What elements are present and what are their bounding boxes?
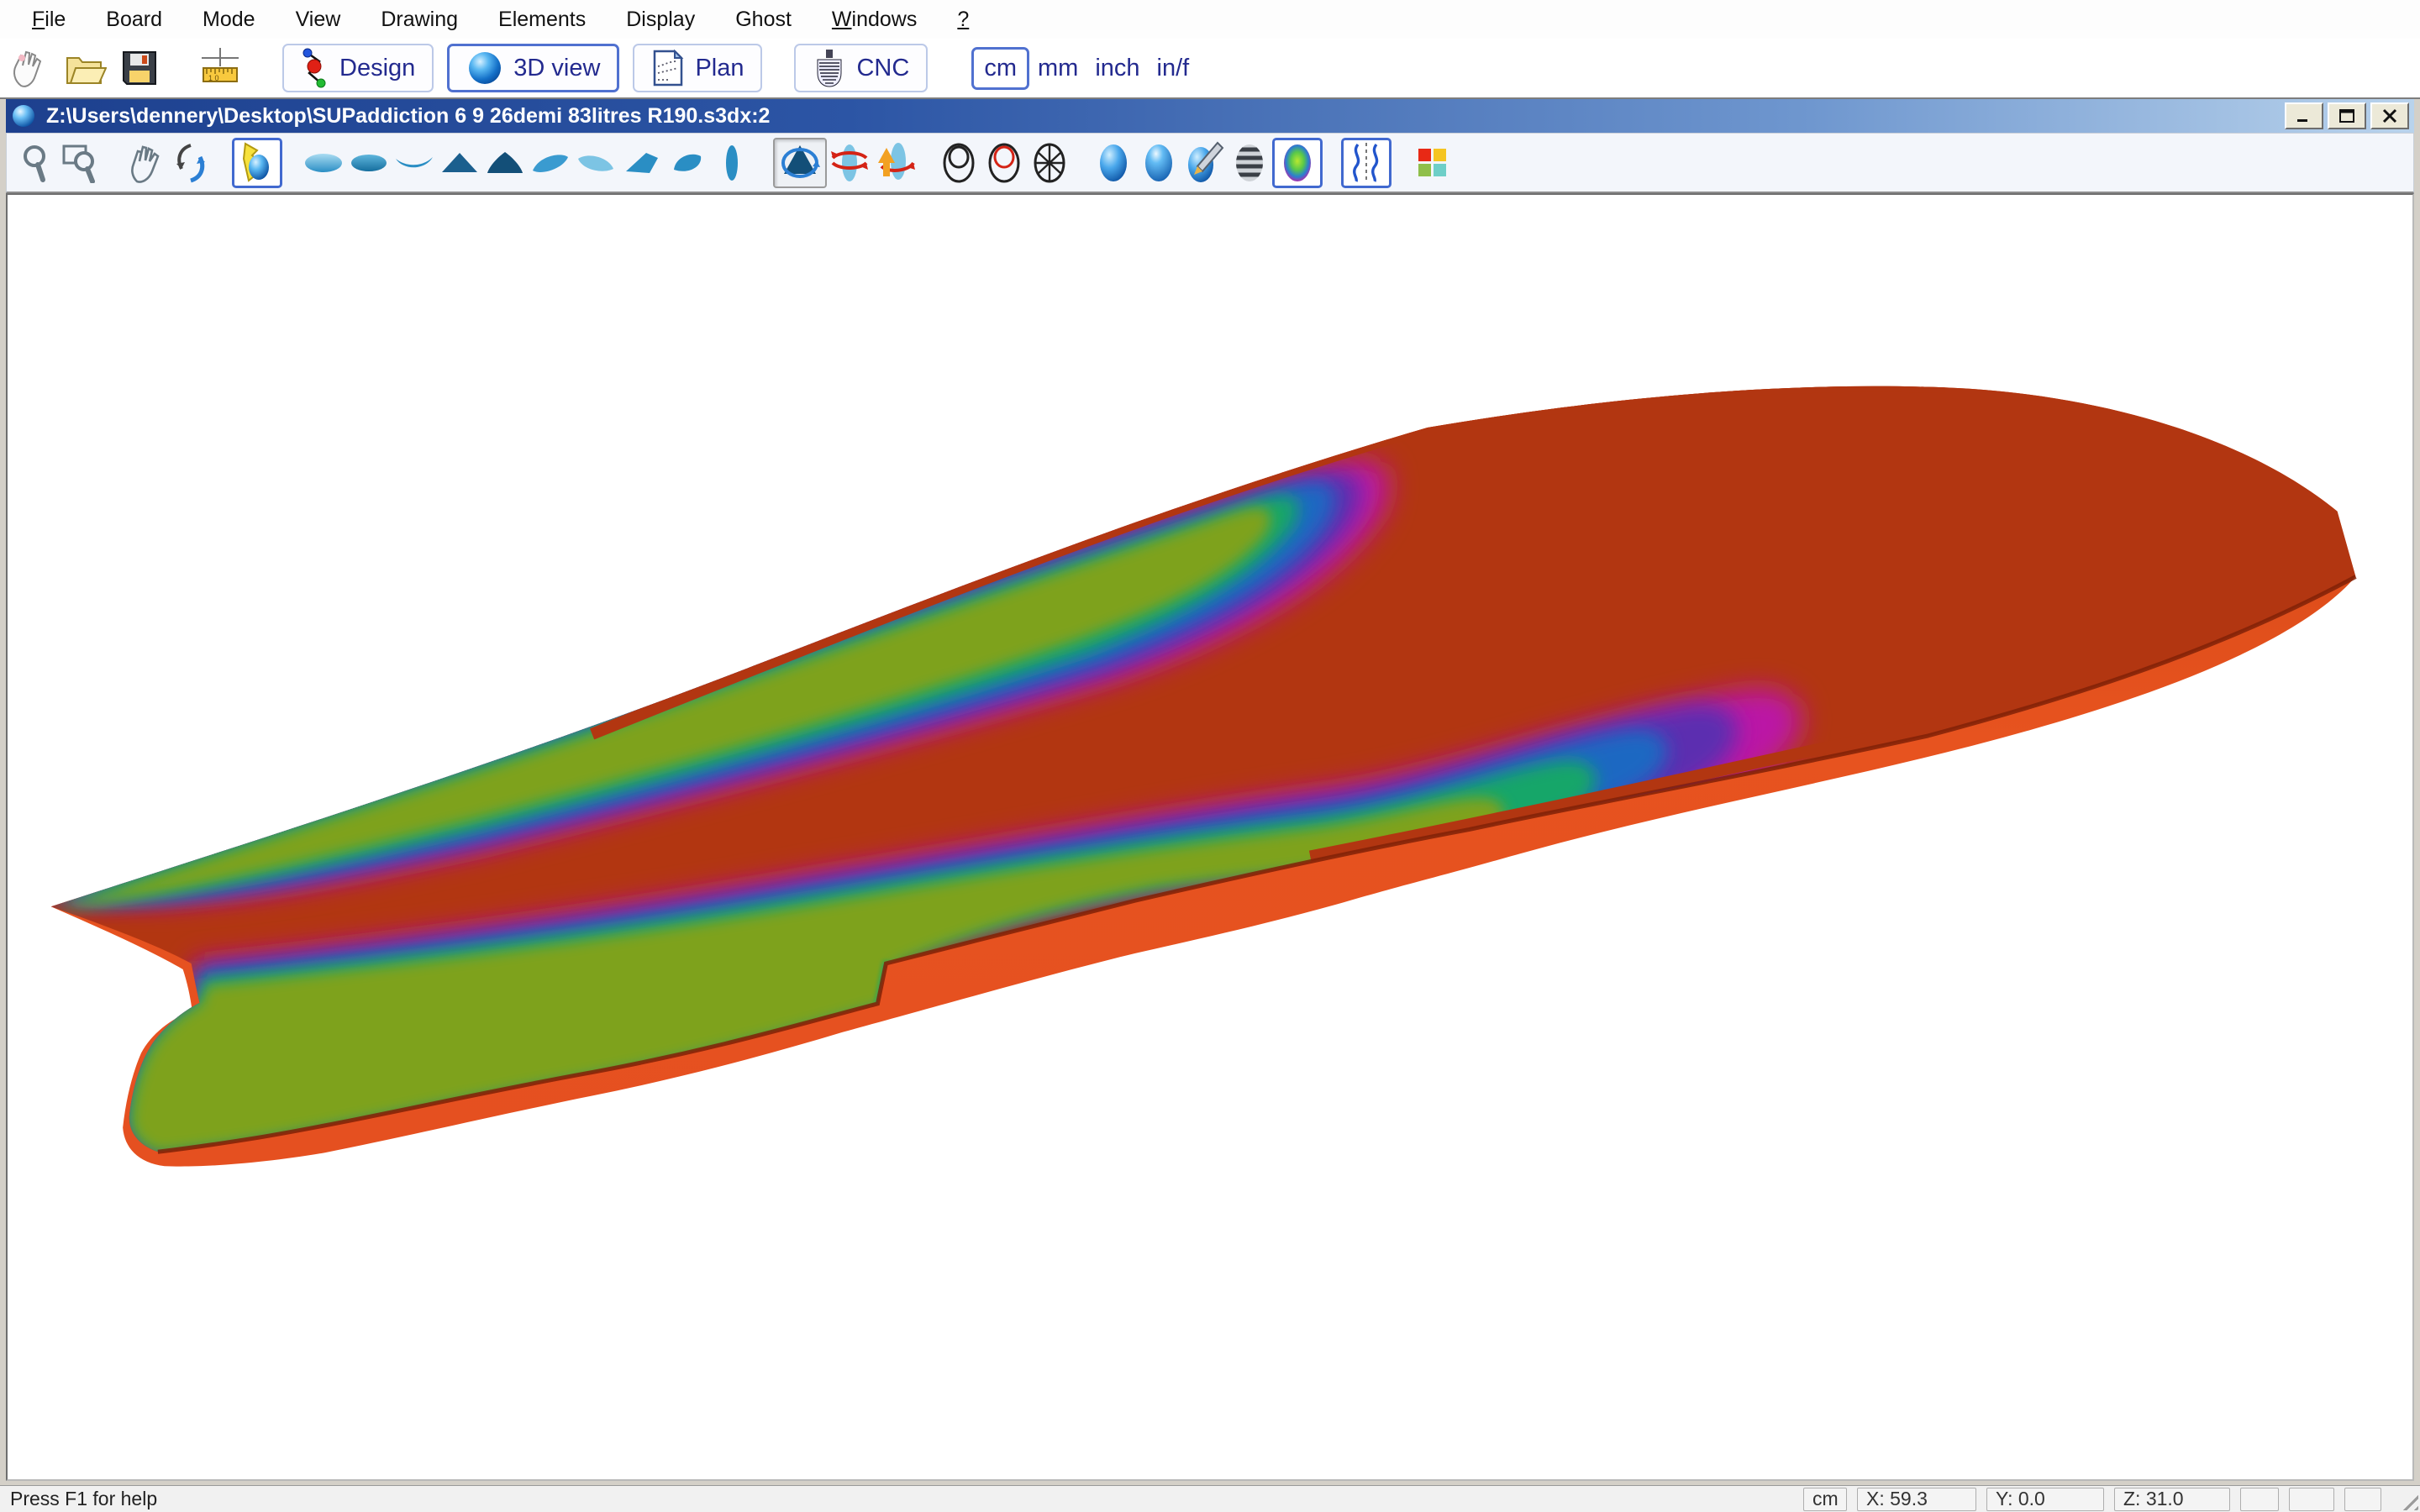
flow-lines-icon[interactable] [1341,138,1392,188]
cnc-button[interactable]: CNC [794,44,928,92]
rotate-3d-icon[interactable] [168,138,213,188]
menu-board[interactable]: Board [86,4,182,35]
unit-mm[interactable]: mm [1029,50,1086,87]
save-icon[interactable] [116,45,163,92]
view-perspective-2-icon[interactable] [573,138,618,188]
status-cells: cm X: 59.3 Y: 0.0 Z: 31.0 [1803,1488,2381,1511]
design-button[interactable]: Design [282,44,434,92]
plan-icon [651,48,685,88]
anim-rotate-icon[interactable] [773,138,827,188]
sphere-icon [466,50,503,87]
resize-grip[interactable] [2396,1488,2418,1510]
menu-display[interactable]: Display [606,4,715,35]
document-icon [11,103,36,129]
wireframe-red-icon[interactable] [981,138,1027,188]
close-button[interactable] [2370,102,2409,129]
view-bottom-icon[interactable] [346,138,392,188]
painted-icon[interactable] [1181,138,1227,188]
status-z-coordinate: Z: 31.0 [2114,1488,2230,1511]
pan-hand-icon[interactable] [123,138,168,188]
status-x-coordinate: X: 59.3 [1857,1488,1976,1511]
menu-windows[interactable]: Windows [812,4,937,35]
view-rocker-icon[interactable] [392,138,437,188]
plan-button[interactable]: Plan [633,44,762,92]
open-folder-icon[interactable] [62,45,109,92]
menu-bar: File Board Mode View Drawing Elements Di… [0,0,2420,39]
status-unit: cm [1803,1488,1847,1511]
spin-pitch-icon[interactable] [872,138,918,188]
canvas-3d-viewport[interactable] [6,193,2414,1481]
design-colors-icon[interactable] [1410,138,1455,188]
render-mode-icon[interactable] [232,138,282,188]
view-nose-icon[interactable] [437,138,482,188]
wireframe-icon[interactable] [936,138,981,188]
design-icon [301,48,329,88]
zoom-icon[interactable] [13,138,59,188]
view-perspective-3-icon[interactable] [618,138,664,188]
menu-mode[interactable]: Mode [182,4,276,35]
cnc-icon [813,48,846,88]
status-empty-cell [2240,1488,2279,1511]
document-title: Z:\Users\dennery\Desktop\SUPaddiction 6 … [46,104,770,129]
spin-yaw-icon[interactable] [827,138,872,188]
view-profile-icon[interactable] [664,138,709,188]
menu-ghost[interactable]: Ghost [715,4,812,35]
status-help-text: Press F1 for help [10,1488,157,1510]
unit-cm[interactable]: cm [971,47,1029,90]
menu-elements[interactable]: Elements [478,4,606,35]
shaded-icon[interactable] [1091,138,1136,188]
menu-drawing[interactable]: Drawing [360,4,478,35]
curvature-map-icon[interactable] [1272,138,1323,188]
shaded-gloss-icon[interactable] [1136,138,1181,188]
menu-help[interactable]: ? [937,4,989,35]
unit-inf[interactable]: in/f [1149,50,1198,87]
mesh-icon[interactable] [1027,138,1072,188]
view-toolbar [6,133,2414,193]
main-toolbar: 1 0 Design 3D view Plan CNC cm mm inch i… [0,39,2420,97]
dimensions-icon[interactable]: 1 0 [197,45,244,92]
document-titlebar[interactable]: Z:\Users\dennery\Desktop\SUPaddiction 6 … [6,99,2414,133]
view-outline-icon[interactable] [709,138,755,188]
zoom-window-icon[interactable] [59,138,104,188]
maximize-button[interactable] [2328,102,2366,129]
status-empty-cell [2344,1488,2381,1511]
view-top-icon[interactable] [301,138,346,188]
status-bar: Press F1 for help cm X: 59.3 Y: 0.0 Z: 3… [0,1485,2420,1512]
svg-text:1 0: 1 0 [208,74,219,82]
hand-tool-icon[interactable] [5,45,52,92]
board-3d-render[interactable] [8,195,2412,1479]
view-perspective-1-icon[interactable] [528,138,573,188]
minimize-button[interactable] [2285,102,2323,129]
view-3d-button[interactable]: 3D view [447,44,619,92]
status-empty-cell [2289,1488,2334,1511]
view-tail-icon[interactable] [482,138,528,188]
menu-view[interactable]: View [276,4,361,35]
unit-inch[interactable]: inch [1086,50,1148,87]
slices-icon[interactable] [1227,138,1272,188]
document-window: Z:\Users\dennery\Desktop\SUPaddiction 6 … [0,97,2420,1485]
status-y-coordinate: Y: 0.0 [1986,1488,2104,1511]
menu-file[interactable]: File [12,4,86,35]
